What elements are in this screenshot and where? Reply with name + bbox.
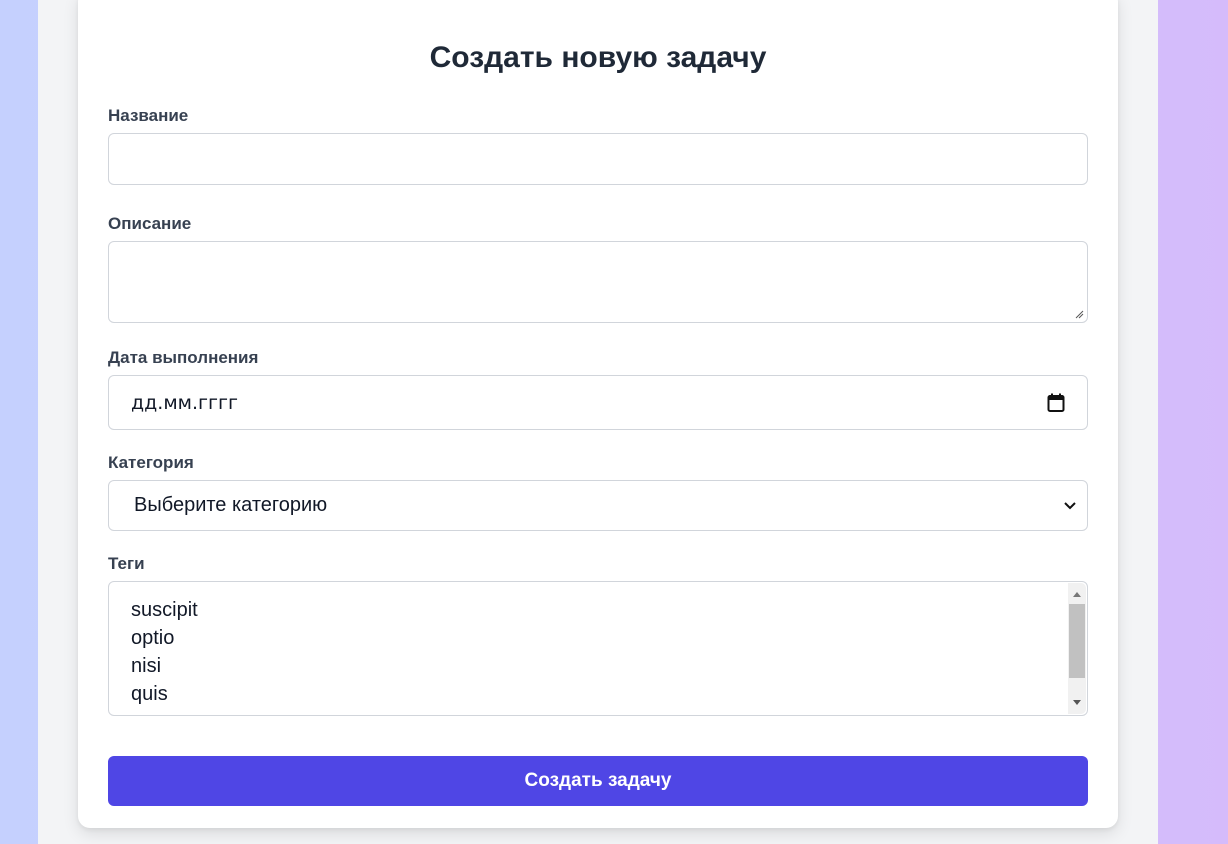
category-selected-value: Выберите категорию <box>134 494 328 516</box>
category-label: Категория <box>108 453 194 472</box>
create-task-button[interactable]: Создать задачу <box>108 756 1088 806</box>
tag-option[interactable]: optio <box>131 624 1065 652</box>
create-task-card: Создать новую задачу Название Описание Д… <box>78 0 1118 828</box>
tags-label: Теги <box>108 554 145 573</box>
tag-option[interactable]: nisi <box>131 652 1065 680</box>
due-date-input[interactable]: дд.мм.гггг <box>108 375 1088 430</box>
category-select[interactable]: Выберите категорию <box>108 480 1088 531</box>
due-date-placeholder: дд.мм.гггг <box>131 391 238 414</box>
name-input[interactable] <box>108 133 1088 185</box>
description-wrapper <box>108 241 1088 323</box>
description-label: Описание <box>108 214 192 233</box>
tag-option[interactable]: quis <box>131 680 1065 708</box>
tags-listbox[interactable]: suscipit optio nisi quis <box>108 581 1088 716</box>
tags-scrollbar[interactable] <box>1068 583 1086 714</box>
description-textarea[interactable] <box>108 241 1088 323</box>
scroll-up-arrow-icon[interactable] <box>1068 585 1086 603</box>
tag-option[interactable]: suscipit <box>131 596 1065 624</box>
due-date-label: Дата выполнения <box>108 348 259 367</box>
name-label: Название <box>108 106 189 125</box>
resize-handle-icon[interactable] <box>1074 309 1084 319</box>
page-title: Создать новую задачу <box>429 41 767 74</box>
calendar-icon[interactable] <box>1047 393 1065 413</box>
scroll-down-arrow-icon[interactable] <box>1068 694 1086 712</box>
scroll-thumb[interactable] <box>1069 604 1085 678</box>
chevron-down-icon <box>1064 501 1076 509</box>
